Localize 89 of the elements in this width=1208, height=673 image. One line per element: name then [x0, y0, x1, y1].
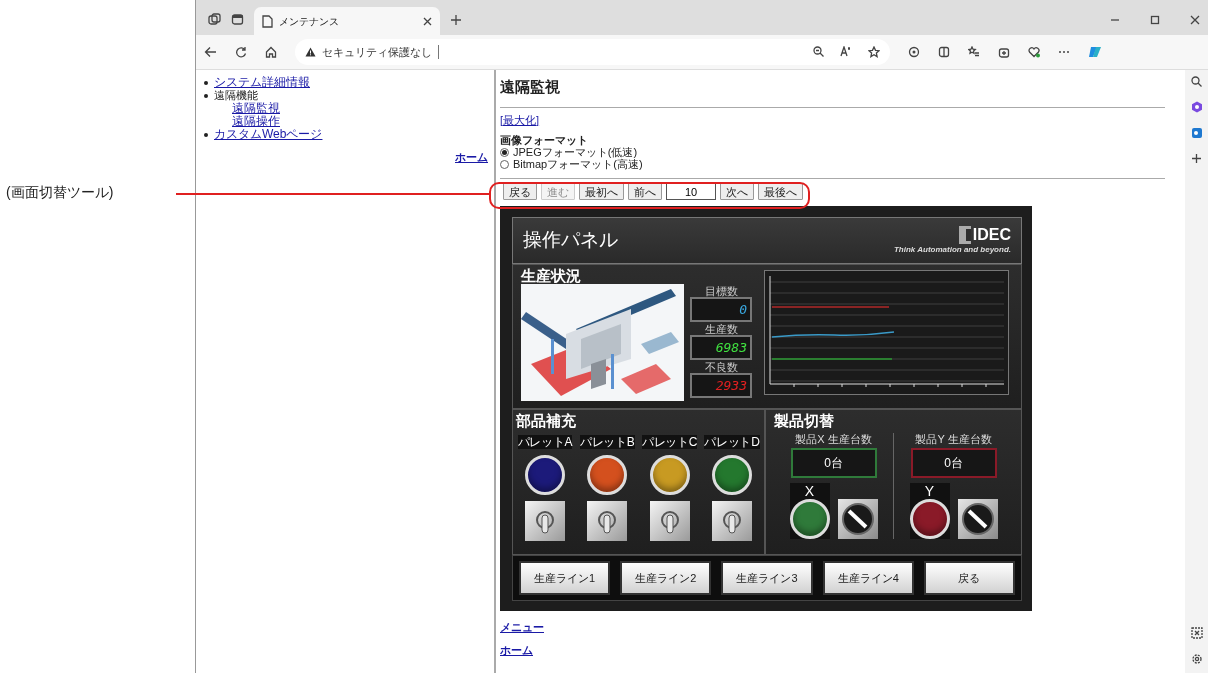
toggle-switch[interactable]: [712, 501, 752, 541]
warning-icon: [305, 47, 316, 57]
browser-tab[interactable]: メンテナンス: [254, 7, 440, 35]
section-title: 生産状況: [521, 267, 582, 284]
pilot-lamp[interactable]: [712, 455, 752, 495]
selector-switch[interactable]: [837, 499, 878, 539]
bullet: [204, 80, 208, 85]
counter-label: 不良数: [704, 361, 738, 373]
lamp-label: パレットB: [580, 435, 635, 449]
count-label: 製品Y 生産台数: [915, 433, 992, 445]
close-icon[interactable]: [1190, 15, 1200, 25]
pilot-lamp[interactable]: [525, 455, 565, 495]
read-aloud-icon[interactable]: [840, 46, 852, 57]
collections-icon[interactable]: [998, 46, 1010, 58]
pilot-lamp[interactable]: [789, 499, 830, 539]
security-text: セキュリティ保護なし: [322, 44, 432, 60]
counter-display: 2933: [690, 373, 752, 398]
pilot-lamp[interactable]: [587, 455, 628, 495]
maximize-link[interactable]: [最大化]: [500, 111, 540, 128]
home-link[interactable]: ホーム: [455, 149, 488, 166]
favorites-icon[interactable]: [968, 46, 980, 58]
app-icon[interactable]: [1190, 101, 1203, 113]
back-icon[interactable]: [204, 46, 217, 58]
callout-label: (画面切替ツール): [6, 183, 114, 202]
star-icon[interactable]: [868, 46, 880, 58]
radio-button[interactable]: [500, 159, 509, 169]
line-button[interactable]: 生産ライン2: [620, 561, 712, 595]
section-title: 製品切替: [774, 412, 835, 429]
line-button[interactable]: 生産ライン3: [721, 561, 813, 595]
settings-icon[interactable]: [1190, 653, 1203, 665]
count-display: 0台: [790, 448, 877, 478]
logo-mark-icon: [958, 225, 971, 244]
split-screen-icon[interactable]: [938, 46, 950, 58]
pilot-lamp[interactable]: [649, 455, 690, 495]
toggle-switch[interactable]: [587, 501, 628, 541]
count-label: 製品X 生産台数: [795, 433, 872, 445]
menu-link[interactable]: 遠隔操作: [232, 115, 280, 128]
menu-link[interactable]: カスタムWebページ: [214, 128, 323, 141]
section-title: 部品補充: [516, 412, 577, 429]
lamp-label: X: [804, 483, 815, 499]
toggle-switch[interactable]: [649, 501, 690, 541]
menu-link[interactable]: 遠隔監視: [232, 102, 280, 115]
count-display: 0台: [910, 448, 997, 478]
pilot-lamp[interactable]: [909, 499, 950, 539]
selector-switch[interactable]: [957, 499, 998, 539]
heartbeat-icon[interactable]: [1028, 46, 1040, 58]
counter-display: 0: [690, 297, 752, 322]
lamp-label: Y: [924, 483, 935, 499]
toggle-switch[interactable]: [525, 501, 565, 541]
address-field[interactable]: セキュリティ保護なし: [295, 39, 890, 65]
bullet: [204, 132, 208, 137]
lamp-label: パレットC: [642, 435, 698, 449]
line-button[interactable]: 生産ライン4: [822, 561, 914, 595]
home-link[interactable]: ホーム: [500, 641, 533, 658]
lamp-label: パレットA: [517, 435, 573, 449]
line-button[interactable]: 生産ライン1: [519, 561, 611, 595]
counter-label: 生産数: [704, 323, 738, 335]
radio-label: Bitmapフォーマット(高速): [513, 158, 643, 170]
counter-label: 目標数: [704, 285, 738, 297]
line-button[interactable]: 戻る: [923, 561, 1015, 595]
extension-icon[interactable]: [908, 46, 920, 58]
plus-icon[interactable]: [450, 14, 462, 26]
radio-label: JPEGフォーマット(低速): [513, 146, 638, 158]
refresh-icon[interactable]: [235, 46, 247, 58]
logo-tagline: Think Automation and beyond.: [893, 243, 1011, 256]
screenshot-icon[interactable]: [1190, 627, 1203, 639]
tabs-icon[interactable]: [231, 13, 244, 26]
app-icon[interactable]: [1190, 127, 1203, 139]
search-icon[interactable]: [1191, 76, 1202, 87]
copilot-icon[interactable]: [1088, 45, 1102, 59]
bullet: [204, 93, 208, 98]
tab-actions-icon[interactable]: [208, 13, 221, 26]
lamp-label: パレットD: [704, 435, 760, 449]
menu-heading: 遠隔機能: [214, 89, 258, 102]
radio-button[interactable]: [500, 147, 509, 157]
panel-title: 操作パネル: [523, 228, 618, 253]
logo-text: IDEC: [972, 225, 1011, 244]
close-icon[interactable]: [423, 16, 432, 26]
plus-icon[interactable]: [1191, 153, 1202, 164]
menu-link[interactable]: メニュー: [500, 619, 544, 636]
format-label: 画像フォーマット: [500, 134, 589, 146]
zoom-icon[interactable]: [813, 46, 824, 57]
page-title: 遠隔監視: [500, 77, 561, 97]
maximize-icon[interactable]: [1150, 15, 1160, 25]
page-icon: [262, 14, 273, 28]
tab-title: メンテナンス: [279, 14, 340, 29]
counter-display: 6983: [690, 335, 752, 360]
home-icon[interactable]: [265, 46, 277, 58]
menu-link[interactable]: システム詳細情報: [214, 76, 310, 89]
